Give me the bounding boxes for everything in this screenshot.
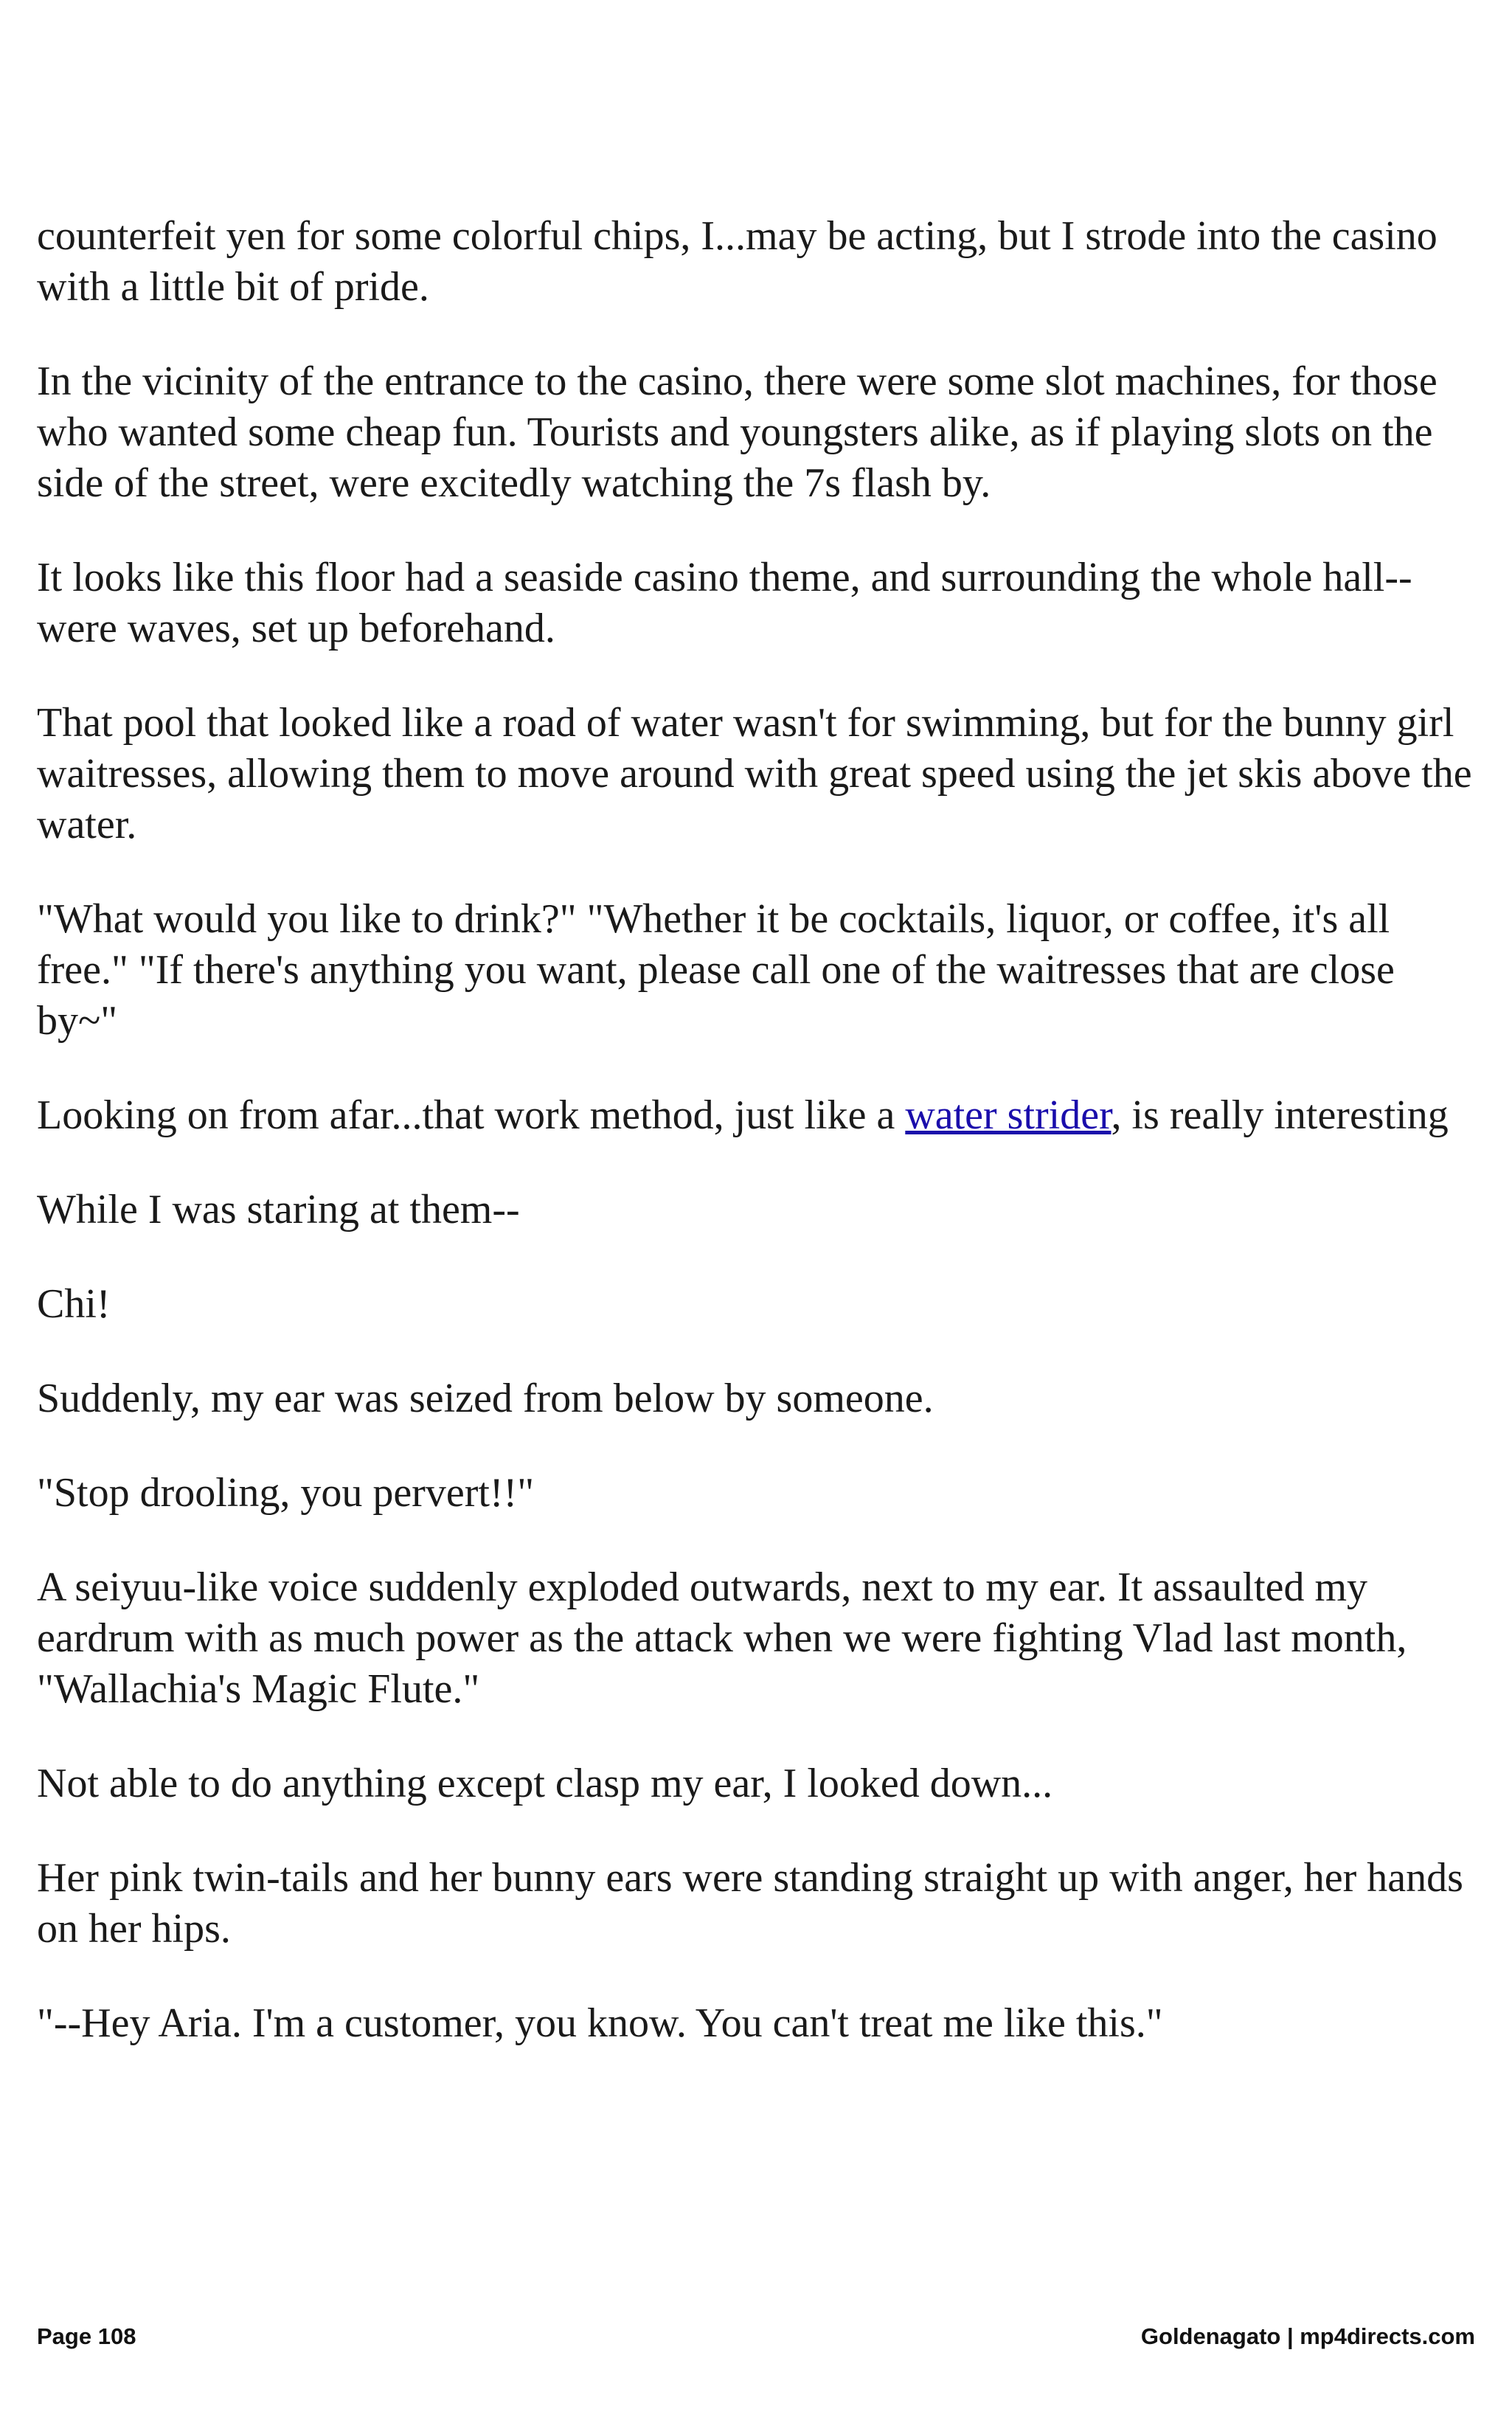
paragraph: Her pink twin-tails and her bunny ears w… [37, 1855, 1463, 1952]
paragraph: Chi! [37, 1281, 111, 1327]
paragraph-with-link: Looking on from afar...that work method,… [37, 1090, 1482, 1141]
paragraph: In the vicinity of the entrance to the c… [37, 358, 1438, 506]
paragraph: "--Hey Aria. I'm a customer, you know. Y… [37, 2000, 1163, 2046]
paragraph: Suddenly, my ear was seized from below b… [37, 1376, 934, 1421]
paragraph: A seiyuu-like voice suddenly exploded ou… [37, 1564, 1407, 1712]
paragraph: "What would you like to drink?" "Whether… [37, 896, 1395, 1044]
water-strider-link[interactable]: water strider [905, 1092, 1111, 1138]
footer-credit: Goldenagato | mp4directs.com [1140, 2323, 1475, 2349]
paragraph: While I was staring at them-- [37, 1187, 520, 1232]
paragraph: Not able to do anything except clasp my … [37, 1761, 1053, 1806]
page-number: Page 108 [37, 2323, 136, 2349]
paragraph: That pool that looked like a road of wat… [37, 700, 1472, 847]
paragraph: counterfeit yen for some colorful chips,… [37, 213, 1438, 310]
paragraph: "Stop drooling, you pervert!!" [37, 1470, 535, 1516]
page-body: counterfeit yen for some colorful chips,… [37, 211, 1482, 2093]
paragraph: It looks like this floor had a seaside c… [37, 555, 1412, 651]
paragraph-text-before-link: Looking on from afar...that work method,… [37, 1092, 906, 1138]
paragraph-text-after-link: , is really interesting [1111, 1092, 1449, 1138]
